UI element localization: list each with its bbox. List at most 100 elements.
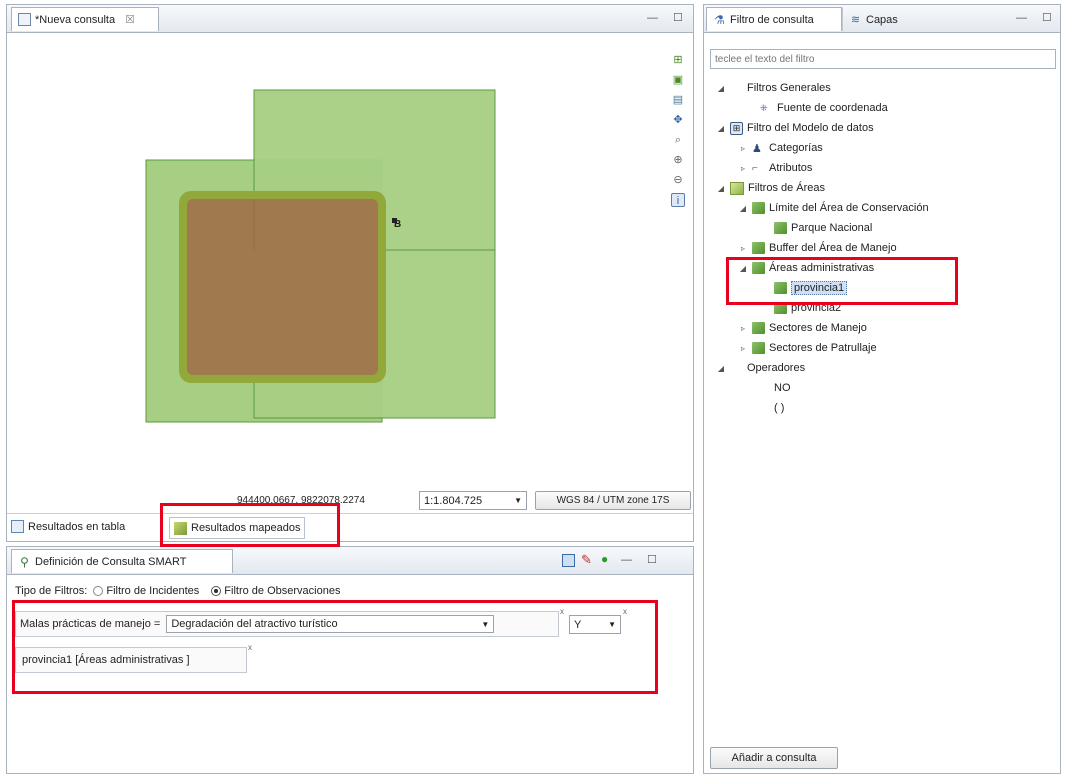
radio-incidentes-circle <box>93 586 104 596</box>
tree-item-filtros-generales[interactable]: ◢ Filtros Generales <box>716 79 831 97</box>
tree-expand-icon[interactable]: ◢ <box>716 364 726 373</box>
tree-expand-icon[interactable]: ▹ <box>738 164 748 173</box>
definition-panel: ⚲ Definición de Consulta SMART ✎ ● — ☐ T… <box>6 546 694 774</box>
scale-combo[interactable]: 1:1.804.725 ▼ <box>419 491 527 510</box>
attribute-value: Degradación del atractivo turístico <box>171 618 338 630</box>
remove-attribute-icon[interactable]: x <box>560 607 564 616</box>
tree-expand-icon[interactable]: ◢ <box>716 84 726 93</box>
tree-item-limite-area[interactable]: ◢ Límite del Área de Conservación <box>738 199 929 217</box>
operator-combo[interactable]: Y ▼ <box>569 615 621 634</box>
export-image-icon[interactable]: ▤ <box>671 93 685 107</box>
tree-expand-icon[interactable]: ◢ <box>716 184 726 193</box>
attribute-value-combo[interactable]: Degradación del atractivo turístico ▼ <box>166 615 495 633</box>
selected-area-provincia1 <box>187 199 378 375</box>
table-icon <box>11 520 24 533</box>
tab-definicion[interactable]: ⚲ Definición de Consulta SMART <box>11 549 233 573</box>
clear-icon[interactable]: ✎ <box>581 552 592 568</box>
tree-label: Fuente de coordenada <box>777 102 888 114</box>
operator-value: Y <box>574 618 582 631</box>
run-icon[interactable]: ● <box>601 552 608 566</box>
tree-item-buffer-area[interactable]: ▹ Buffer del Área de Manejo <box>738 239 897 257</box>
chevron-down-icon: ▼ <box>608 620 616 629</box>
tree-label: NO <box>774 382 791 394</box>
category-icon: ♟ <box>752 142 762 155</box>
filter-icon: ⚗ <box>714 13 725 27</box>
tree-item-provincia1[interactable]: provincia1 <box>774 279 848 297</box>
layers-icon[interactable]: ⊞ <box>671 53 685 67</box>
area-icon <box>774 282 787 294</box>
datamodel-icon: ⊞ <box>730 121 743 135</box>
tree-label: Filtros Generales <box>747 82 831 94</box>
query-doc-icon <box>18 13 31 26</box>
tab-resultados-tabla[interactable]: Resultados en tabla <box>11 520 125 533</box>
tree-item-filtros-areas[interactable]: ◢ Filtros de Áreas <box>716 179 825 197</box>
tree-item-parque-nacional[interactable]: Parque Nacional <box>774 219 872 237</box>
area-icon <box>752 262 765 274</box>
map-point-label: B <box>394 219 402 230</box>
tab-resultados-mapeados[interactable]: Resultados mapeados <box>169 517 306 539</box>
tree-item-atributos[interactable]: ▹ ⌐ Atributos <box>738 159 812 177</box>
pan-icon[interactable]: ✥ <box>671 113 685 127</box>
query-editor-panel: *Nueva consulta ☒ — ☐ B ⊞ ▣ ▤ ✥ ⌕ ⊕ ⊖ i <box>6 4 694 542</box>
tree-label: Atributos <box>769 162 813 174</box>
tab-nueva-consulta-label: *Nueva consulta <box>35 13 116 26</box>
add-to-query-button[interactable]: Añadir a consulta <box>710 747 838 769</box>
tree-item-modelo-datos[interactable]: ◢ ⊞ Filtro del Modelo de datos <box>716 119 874 137</box>
tree-expand-icon[interactable]: ▹ <box>738 144 748 153</box>
map-canvas[interactable]: B ⊞ ▣ ▤ ✥ ⌕ ⊕ ⊖ i <box>7 33 693 489</box>
minimize-maximize-icon[interactable]: — ☐ <box>647 11 689 24</box>
filters-minimize-maximize-icon[interactable]: — ☐ <box>1016 11 1058 24</box>
tree-expand-icon[interactable]: ▹ <box>738 344 748 353</box>
area-icon <box>774 222 787 234</box>
definition-minimize-maximize-icon[interactable]: — ☐ <box>621 553 663 566</box>
filter-chip-attribute: Malas prácticas de manejo = Degradación … <box>15 611 559 637</box>
projection-button[interactable]: WGS 84 / UTM zone 17S <box>535 491 691 510</box>
tree-label: provincia1 <box>791 281 848 295</box>
attribute-label: Malas prácticas de manejo = <box>20 618 161 630</box>
radio-observaciones[interactable]: Filtro de Observaciones <box>211 585 340 597</box>
tree-item-provincia2[interactable]: provincia2 <box>774 299 841 317</box>
tree-item-sectores-manejo[interactable]: ▹ Sectores de Manejo <box>738 319 867 337</box>
tree-item-areas-administrativas[interactable]: ◢ Áreas administrativas <box>738 259 874 277</box>
tree-item-categorias[interactable]: ▹ ♟ Categorías <box>738 139 823 157</box>
remove-area-icon[interactable]: x <box>248 643 252 652</box>
remove-operator-icon[interactable]: x <box>623 607 627 616</box>
tree-expand-icon[interactable]: ◢ <box>738 264 748 273</box>
tab-filtro-de-consulta[interactable]: ⚗ Filtro de consulta <box>706 7 842 31</box>
save-icon[interactable] <box>562 554 575 567</box>
close-icon[interactable]: ☒ <box>125 13 135 26</box>
tree-expand-icon[interactable]: ▹ <box>738 324 748 333</box>
tree-item-parens[interactable]: ( ) <box>774 399 784 417</box>
area-icon <box>774 302 787 314</box>
filters-tabbar: ⚗ Filtro de consulta ≋ Capas — ☐ <box>704 5 1060 33</box>
tree-label: Filtros de Áreas <box>748 182 826 194</box>
filter-tree: ◢ Filtros Generales ⁜ Fuente de coordena… <box>716 79 1056 439</box>
info-icon[interactable]: i <box>671 193 685 207</box>
area-icon <box>752 242 765 254</box>
tree-expand-icon[interactable]: ◢ <box>716 124 726 133</box>
tree-expand-icon[interactable]: ▹ <box>738 244 748 253</box>
zoom-out-icon[interactable]: ⊖ <box>671 173 685 187</box>
tree-label: Límite del Área de Conservación <box>769 202 929 214</box>
zoom-in-icon[interactable]: ⊕ <box>671 153 685 167</box>
radio-incidentes[interactable]: Filtro de Incidentes <box>93 585 199 597</box>
tree-label: Categorías <box>769 142 823 154</box>
tree-item-fuente-coordenada[interactable]: ⁜ Fuente de coordenada <box>760 99 888 117</box>
tree-item-operadores[interactable]: ◢ Operadores <box>716 359 805 377</box>
tab-capas-label: Capas <box>866 13 898 26</box>
tab-filtro-label: Filtro de consulta <box>730 13 814 26</box>
zoom-icon[interactable]: ⌕ <box>671 133 685 147</box>
tree-item-sectores-patrullaje[interactable]: ▹ Sectores de Patrullaje <box>738 339 877 357</box>
tree-item-no[interactable]: NO <box>774 379 791 397</box>
image-icon[interactable]: ▣ <box>671 73 685 87</box>
tab-capas[interactable]: ≋ Capas <box>842 7 908 31</box>
filter-type-label: Tipo de Filtros: <box>15 585 88 597</box>
tree-expand-icon[interactable]: ◢ <box>738 204 748 213</box>
attribute-icon: ⌐ <box>752 162 758 174</box>
definition-tabbar: ⚲ Definición de Consulta SMART ✎ ● — ☐ <box>7 547 693 575</box>
area-filter-icon <box>730 181 744 195</box>
tree-label: provincia2 <box>791 302 842 314</box>
tab-nueva-consulta[interactable]: *Nueva consulta ☒ <box>11 7 159 31</box>
scale-value: 1:1.804.725 <box>424 494 483 507</box>
filter-search-input[interactable] <box>710 49 1056 69</box>
